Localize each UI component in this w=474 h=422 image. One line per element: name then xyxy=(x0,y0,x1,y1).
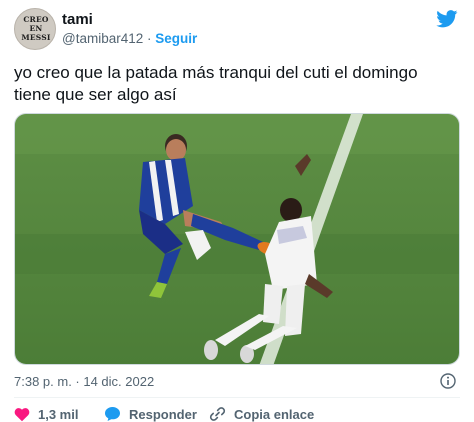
handle-row: @tamibar412 · Seguir xyxy=(62,31,197,46)
heart-icon xyxy=(14,407,30,421)
info-icon[interactable] xyxy=(440,373,456,389)
tweet-timestamp[interactable]: 7:38 p. m. · 14 dic. 2022 xyxy=(14,374,154,389)
copy-link-button[interactable]: Copia enlace xyxy=(209,405,314,422)
separator-dot: · xyxy=(147,31,152,46)
divider xyxy=(14,397,460,398)
reply-button[interactable]: Responder xyxy=(104,405,197,422)
tweet-media-photo[interactable] xyxy=(14,113,460,365)
like-count: 1,3 mil xyxy=(38,406,79,422)
tweet-header: CREO EN MESSI tami @tamibar412 · Seguir xyxy=(14,8,464,50)
like-button[interactable]: 1,3 mil xyxy=(14,405,78,422)
reply-label: Responder xyxy=(129,406,197,422)
copy-link-label: Copia enlace xyxy=(234,406,315,422)
user-name[interactable]: tami xyxy=(62,11,93,28)
soccer-kick-photo xyxy=(15,114,459,364)
avatar-caption: CREO EN MESSI xyxy=(21,15,51,42)
reply-bubble-icon xyxy=(105,407,120,421)
tweet-card: CREO EN MESSI tami @tamibar412 · Seguir … xyxy=(0,0,474,422)
avatar[interactable]: CREO EN MESSI xyxy=(14,8,56,50)
link-icon xyxy=(209,407,226,421)
twitter-bird-icon[interactable] xyxy=(436,10,458,28)
follow-button[interactable]: Seguir xyxy=(155,31,197,46)
user-handle[interactable]: @tamibar412 xyxy=(62,31,143,46)
tweet-text: yo creo que la patada más tranqui del cu… xyxy=(14,63,418,104)
timestamp-row: 7:38 p. m. · 14 dic. 2022 xyxy=(14,373,460,390)
action-bar: 1,3 mil Responder Copia enlace xyxy=(14,405,460,422)
